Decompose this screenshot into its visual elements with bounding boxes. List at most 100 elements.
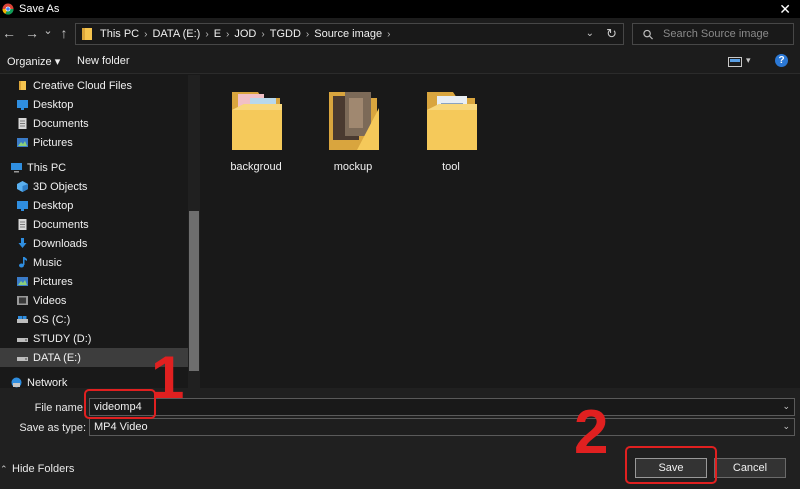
annotation-number: 2 bbox=[574, 398, 609, 467]
sidebar-item-label: This PC bbox=[27, 161, 67, 174]
sidebar-item-label: Network bbox=[27, 376, 68, 389]
sidebar-item-music[interactable]: Music bbox=[0, 253, 188, 272]
navigation-bar: ← → ⌄ ↑ This PC › DATA (E:) › E › JOD › … bbox=[0, 18, 800, 48]
forward-arrow-icon[interactable]: → bbox=[24, 24, 40, 42]
breadcrumb-separator-icon[interactable]: › bbox=[144, 29, 147, 40]
sidebar-item-documents[interactable]: Documents bbox=[0, 114, 188, 133]
refresh-icon[interactable]: ↻ bbox=[606, 26, 617, 42]
sidebar-item-pictures-pc[interactable]: Pictures bbox=[0, 272, 188, 291]
annotation-highlight-file-name bbox=[84, 389, 156, 419]
pictures-icon bbox=[17, 138, 28, 147]
sidebar-item-pictures[interactable]: Pictures bbox=[0, 133, 188, 152]
sidebar-item-desktop[interactable]: Desktop bbox=[0, 95, 188, 114]
back-arrow-icon[interactable]: ← bbox=[1, 24, 17, 42]
help-icon[interactable]: ? bbox=[775, 54, 788, 67]
breadcrumb-item[interactable]: E bbox=[214, 28, 221, 40]
save-as-type-select[interactable]: MP4 Video ⌄ bbox=[89, 418, 795, 436]
cancel-button[interactable]: Cancel bbox=[714, 458, 786, 478]
breadcrumb-separator-icon[interactable]: › bbox=[226, 29, 229, 40]
file-name-chevron-icon[interactable]: ⌄ bbox=[782, 401, 790, 412]
cloud-folder-icon bbox=[19, 81, 26, 90]
pictures-icon bbox=[17, 277, 28, 286]
breadcrumb-item[interactable]: Source image bbox=[314, 28, 382, 40]
address-bar[interactable]: This PC › DATA (E:) › E › JOD › TGDD › S… bbox=[75, 23, 624, 45]
folder-icon bbox=[329, 92, 379, 150]
hide-folders-label: Hide Folders bbox=[12, 463, 75, 475]
search-box[interactable] bbox=[632, 23, 794, 45]
documents-icon bbox=[18, 219, 27, 230]
breadcrumb: This PC › DATA (E:) › E › JOD › TGDD › S… bbox=[100, 28, 395, 40]
sidebar-item-this-pc[interactable]: This PC bbox=[0, 158, 188, 177]
sidebar-item-label: Music bbox=[33, 256, 62, 269]
downloads-icon bbox=[18, 238, 27, 248]
sidebar-item-label: STUDY (D:) bbox=[33, 332, 92, 345]
sidebar-item-label: 3D Objects bbox=[33, 180, 88, 193]
organize-button[interactable]: Organize ▾ bbox=[7, 55, 60, 68]
breadcrumb-separator-icon[interactable]: › bbox=[387, 29, 390, 40]
folder-mockup[interactable]: mockup bbox=[317, 88, 389, 178]
desktop-icon bbox=[17, 201, 28, 211]
sidebar-item-3d-objects[interactable]: 3D Objects bbox=[0, 177, 188, 196]
breadcrumb-separator-icon[interactable]: › bbox=[261, 29, 264, 40]
address-history-chevron-icon[interactable]: ⌄ bbox=[586, 28, 594, 39]
network-icon bbox=[11, 377, 22, 388]
breadcrumb-item[interactable]: TGDD bbox=[270, 28, 301, 40]
navigation-pane: Creative Cloud Files Desktop Documents P… bbox=[0, 75, 200, 388]
drive-icon bbox=[17, 338, 28, 342]
hide-folders-button[interactable]: ⌃ Hide Folders bbox=[0, 463, 74, 475]
folder-name: mockup bbox=[333, 161, 373, 173]
computer-icon bbox=[11, 163, 22, 173]
sidebar-item-label: Pictures bbox=[33, 275, 73, 288]
folder-icon bbox=[82, 28, 92, 40]
sidebar-item-label: Downloads bbox=[33, 237, 88, 250]
file-name-label: File name: bbox=[34, 402, 86, 414]
sidebar-item-creative-cloud-files[interactable]: Creative Cloud Files bbox=[0, 76, 188, 95]
file-list: backgroud mockup tool bbox=[204, 75, 800, 388]
command-bar: Organize ▾ New folder ▾ ? bbox=[0, 48, 800, 74]
view-options-icon[interactable] bbox=[728, 57, 742, 67]
breadcrumb-item[interactable]: JOD bbox=[234, 28, 256, 40]
folder-tool[interactable]: tool bbox=[415, 88, 487, 178]
view-options-chevron-icon[interactable]: ▾ bbox=[746, 55, 751, 66]
breadcrumb-item[interactable]: DATA (E:) bbox=[152, 28, 200, 40]
sidebar-item-label: Creative Cloud Files bbox=[33, 79, 133, 92]
3d-objects-icon bbox=[17, 181, 28, 192]
folder-name: tool bbox=[442, 161, 460, 173]
search-input[interactable] bbox=[663, 28, 793, 40]
folder-icon bbox=[232, 92, 282, 150]
annotation-highlight-save-button bbox=[625, 446, 717, 484]
navigation-pane-scroll-thumb[interactable] bbox=[189, 211, 199, 371]
title-bar: Save As ✕ bbox=[0, 0, 800, 18]
sidebar-item-downloads[interactable]: Downloads bbox=[0, 234, 188, 253]
breadcrumb-separator-icon[interactable]: › bbox=[205, 29, 208, 40]
chevron-up-icon: ⌃ bbox=[0, 463, 8, 474]
documents-icon bbox=[18, 118, 27, 129]
drive-icon bbox=[17, 316, 28, 323]
folder-name: backgroud bbox=[230, 161, 282, 173]
sidebar-item-documents-pc[interactable]: Documents bbox=[0, 215, 188, 234]
sidebar-item-label: Desktop bbox=[33, 98, 74, 111]
save-as-type-value: MP4 Video bbox=[94, 421, 148, 433]
sidebar-item-label: Pictures bbox=[33, 136, 73, 149]
sidebar-item-desktop-pc[interactable]: Desktop bbox=[0, 196, 188, 215]
new-folder-button[interactable]: New folder bbox=[77, 55, 130, 67]
breadcrumb-separator-icon[interactable]: › bbox=[306, 29, 309, 40]
window-title: Save As bbox=[19, 3, 60, 15]
desktop-icon bbox=[17, 100, 28, 110]
recent-locations-chevron-icon[interactable]: ⌄ bbox=[40, 22, 56, 40]
sidebar-item-label: DATA (E:) bbox=[33, 351, 81, 364]
music-icon bbox=[19, 257, 27, 268]
file-name-field[interactable]: ⌄ bbox=[89, 398, 795, 416]
chrome-app-icon bbox=[2, 3, 14, 15]
sidebar-item-videos[interactable]: Videos bbox=[0, 291, 188, 310]
save-as-type-label: Save as type: bbox=[19, 422, 86, 434]
breadcrumb-item[interactable]: This PC bbox=[100, 28, 139, 40]
drive-icon bbox=[17, 357, 28, 361]
annotation-number: 1 bbox=[151, 344, 185, 411]
up-arrow-icon[interactable]: ↑ bbox=[56, 24, 72, 42]
close-icon[interactable]: ✕ bbox=[779, 1, 791, 17]
sidebar-item-os-c[interactable]: OS (C:) bbox=[0, 310, 188, 329]
save-as-type-chevron-icon[interactable]: ⌄ bbox=[782, 421, 790, 432]
sidebar-item-label: OS (C:) bbox=[33, 313, 71, 326]
folder-backgroud[interactable]: backgroud bbox=[220, 88, 292, 178]
